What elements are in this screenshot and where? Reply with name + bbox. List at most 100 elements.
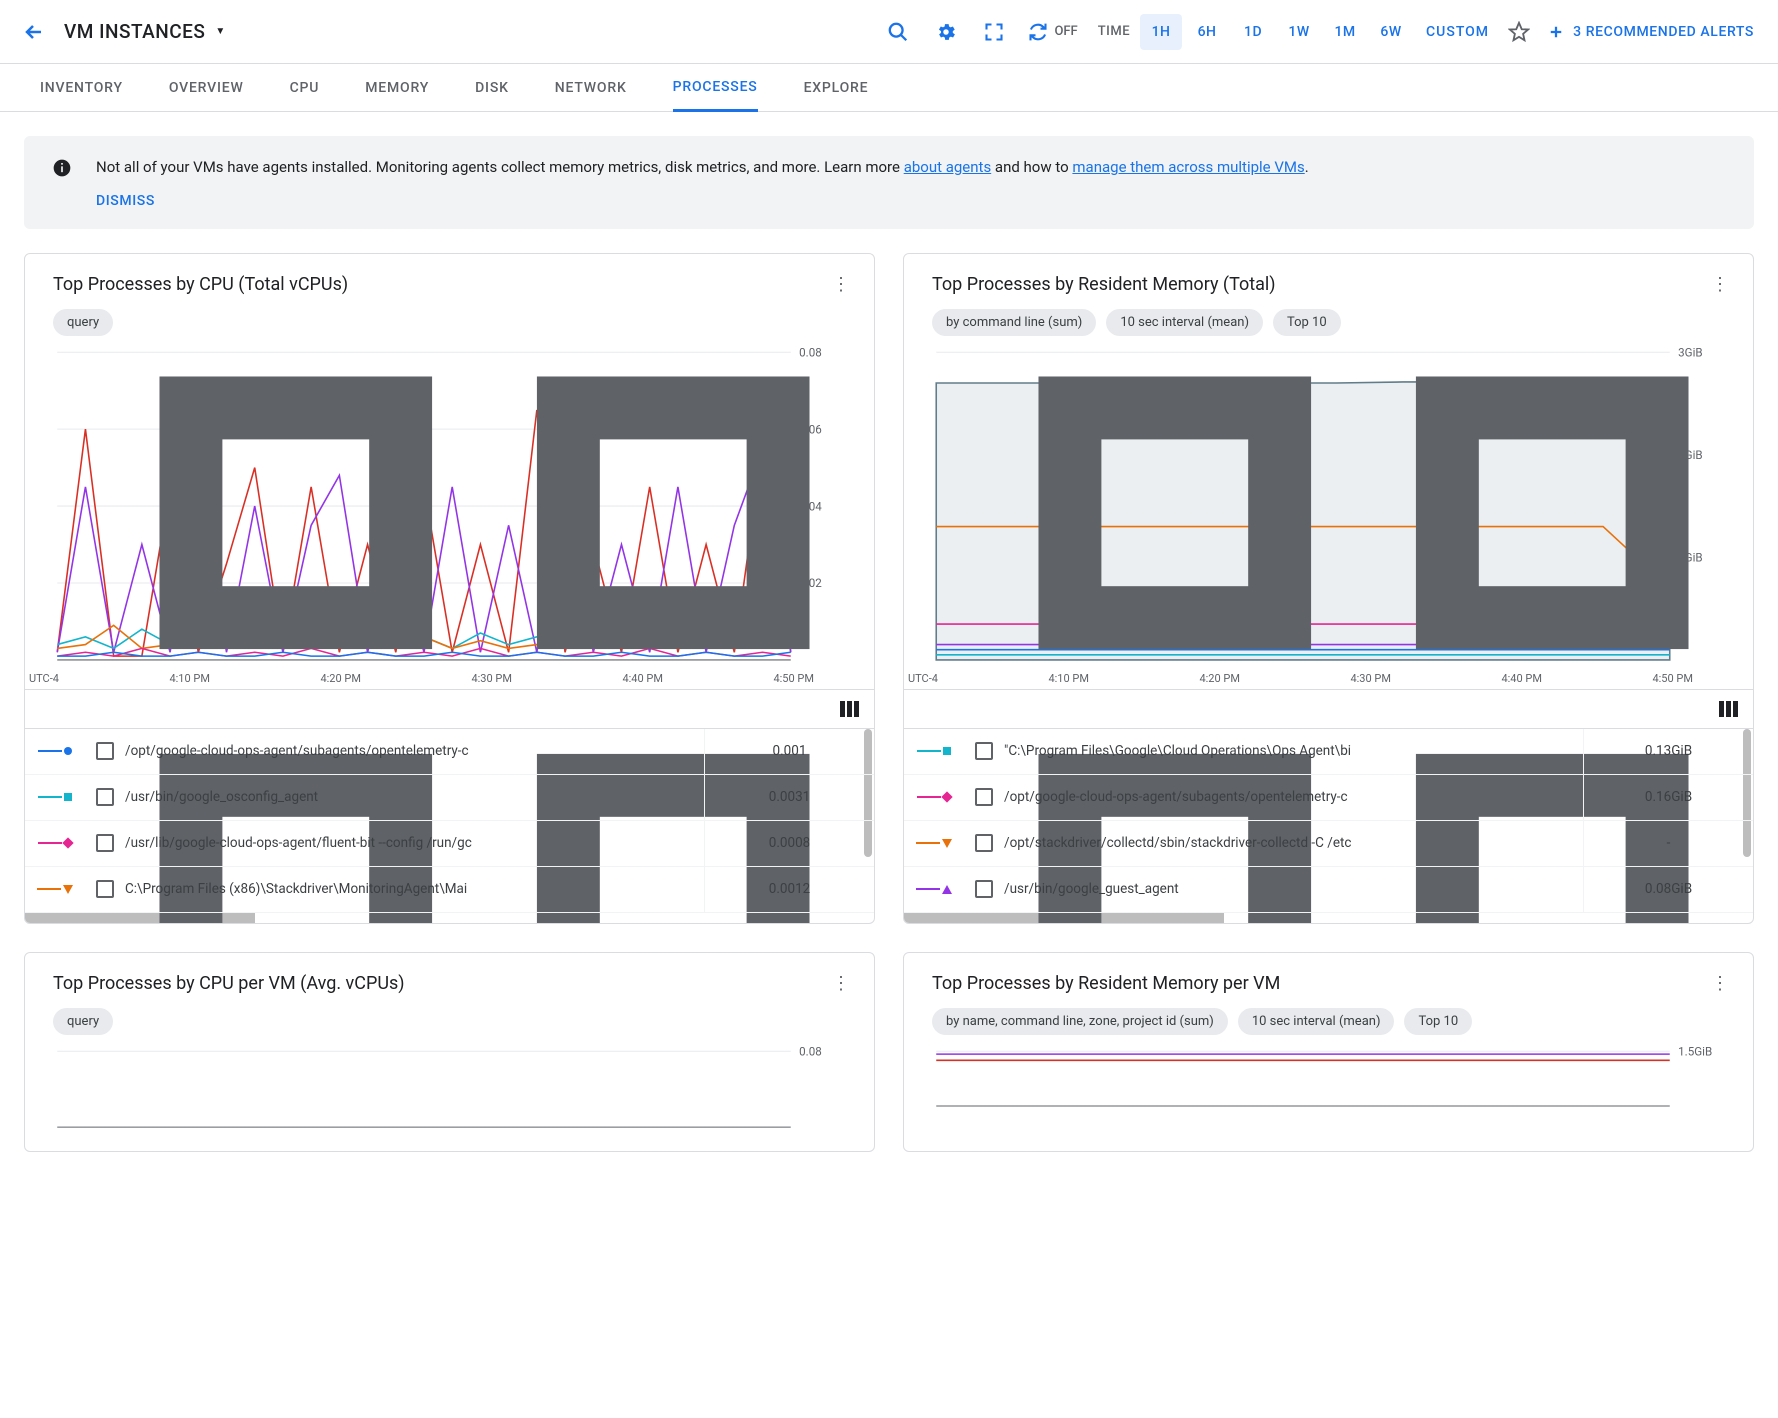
card-cpu-per-vm: Top Processes by CPU per VM (Avg. vCPUs)… [24, 952, 875, 1152]
table-row[interactable]: "C:\Program Files\Google\Cloud Operation… [904, 729, 1753, 775]
series-swatch [25, 885, 85, 894]
fullscreen-button[interactable] [970, 14, 1018, 50]
card-more-button[interactable]: ⋮ [832, 274, 850, 295]
table-row[interactable]: C:\Program Files (x86)\Stackdriver\Monit… [25, 867, 874, 913]
tab-explore[interactable]: EXPLORE [804, 64, 869, 112]
table-row[interactable]: /usr/lib/google-cloud-ops-agent/fluent-b… [25, 821, 874, 867]
legend-label: C:\Program Files (x86)\Stackdriver\Monit… [125, 881, 704, 897]
legend-label: /opt/google-cloud-ops-agent/subagents/op… [125, 743, 704, 759]
auto-refresh-toggle[interactable]: OFF [1018, 14, 1087, 50]
time-1m[interactable]: 1M [1324, 14, 1366, 50]
manage-agents-link[interactable]: manage them across multiple VMs [1072, 158, 1304, 176]
legend-checkbox[interactable] [975, 880, 993, 898]
legend-checkbox[interactable] [96, 788, 114, 806]
search-icon [887, 21, 909, 43]
columns-button[interactable] [826, 701, 874, 717]
dismiss-button[interactable]: DISMISS [96, 193, 1309, 209]
star-icon [1508, 21, 1530, 43]
series-swatch [904, 885, 964, 894]
card-more-button[interactable]: ⋮ [1711, 274, 1729, 295]
legend-checkbox[interactable] [975, 742, 993, 760]
legend-label: /opt/google-cloud-ops-agent/subagents/op… [1004, 789, 1583, 805]
chart-cpu-per-vm[interactable]: 0.08 [53, 1047, 854, 1131]
back-button[interactable] [16, 14, 52, 50]
fullscreen-icon [984, 22, 1004, 42]
legend-checkbox[interactable] [96, 834, 114, 852]
svg-text:0.08: 0.08 [799, 348, 822, 359]
svg-text:0.08: 0.08 [799, 1047, 822, 1058]
table-row[interactable]: /usr/bin/google_osconfig_agent0.0031 [25, 775, 874, 821]
card-more-button[interactable]: ⋮ [832, 973, 850, 994]
table-row[interactable]: /opt/google-cloud-ops-agent/subagents/op… [25, 729, 874, 775]
series-swatch [25, 839, 85, 847]
series-swatch [904, 839, 964, 848]
legend-checkbox[interactable] [96, 742, 114, 760]
svg-text:3GiB: 3GiB [1678, 348, 1702, 359]
time-6h[interactable]: 6H [1186, 14, 1228, 50]
agents-banner: Not all of your VMs have agents installe… [24, 136, 1754, 229]
card-cpu-total: Top Processes by CPU (Total vCPUs) ⋮ que… [24, 253, 875, 924]
series-swatch [904, 747, 964, 755]
time-1w[interactable]: 1W [1278, 14, 1320, 50]
chart-svg: 0.08 [53, 1047, 854, 1131]
time-custom[interactable]: CUSTOM [1416, 14, 1499, 50]
legend-checkbox[interactable] [975, 834, 993, 852]
legend-value: 0.16GiB [1583, 775, 1753, 820]
legend-value: 0.0031 [704, 775, 874, 820]
series-swatch [25, 747, 85, 755]
recommended-alerts-button[interactable]: 3 RECOMMENDED ALERTS [1539, 23, 1762, 41]
card-title: Top Processes by Resident Memory per VM [932, 973, 1280, 994]
refresh-label: OFF [1054, 24, 1077, 39]
chip: Top 10 [1273, 309, 1341, 336]
plus-icon [1547, 23, 1565, 41]
legend-value: 0.0008 [704, 821, 874, 866]
tab-bar: INVENTORY OVERVIEW CPU MEMORY DISK NETWO… [0, 64, 1778, 112]
chip: by command line (sum) [932, 309, 1096, 336]
chip: 10 sec interval (mean) [1238, 1008, 1395, 1035]
chart-svg: 1.5GiB [932, 1047, 1733, 1110]
tab-inventory[interactable]: INVENTORY [40, 64, 123, 112]
tab-overview[interactable]: OVERVIEW [169, 64, 244, 112]
legend-label: /usr/bin/google_guest_agent [1004, 881, 1583, 897]
top-toolbar: VM INSTANCES ▼ OFF TIME 1H 6H 1D 1W 1M 6… [0, 0, 1778, 64]
legend-checkbox[interactable] [96, 880, 114, 898]
time-6w[interactable]: 6W [1370, 14, 1412, 50]
search-button[interactable] [874, 14, 922, 50]
legend-rows[interactable]: "C:\Program Files\Google\Cloud Operation… [904, 729, 1753, 913]
page-title-dropdown[interactable]: VM INSTANCES ▼ [64, 20, 226, 43]
card-more-button[interactable]: ⋮ [1711, 973, 1729, 994]
refresh-icon [1028, 22, 1048, 42]
tab-disk[interactable]: DISK [475, 64, 509, 112]
chip: by name, command line, zone, project id … [932, 1008, 1228, 1035]
time-1d[interactable]: 1D [1232, 14, 1274, 50]
columns-button[interactable] [1705, 701, 1753, 717]
tab-cpu[interactable]: CPU [290, 64, 320, 112]
chip: query [53, 1008, 113, 1035]
table-row[interactable]: /opt/stackdriver/collectd/sbin/stackdriv… [904, 821, 1753, 867]
table-row[interactable]: /usr/bin/google_guest_agent0.08GiB [904, 867, 1753, 913]
page-title: VM INSTANCES [64, 20, 205, 43]
card-memory-total: Top Processes by Resident Memory (Total)… [903, 253, 1754, 924]
legend-checkbox[interactable] [975, 788, 993, 806]
caret-down-icon: ▼ [215, 26, 225, 37]
about-agents-link[interactable]: about agents [904, 158, 992, 176]
dashboard-grid: Top Processes by CPU (Total vCPUs) ⋮ que… [0, 253, 1778, 1176]
favorite-button[interactable] [1499, 14, 1539, 50]
settings-button[interactable] [922, 14, 970, 50]
gear-icon [935, 21, 957, 43]
table-row[interactable]: /opt/google-cloud-ops-agent/subagents/op… [904, 775, 1753, 821]
legend-header: Name [904, 689, 1753, 729]
info-icon [52, 158, 72, 183]
tab-memory[interactable]: MEMORY [365, 64, 429, 112]
tab-processes[interactable]: PROCESSES [673, 64, 758, 112]
legend-rows[interactable]: /opt/google-cloud-ops-agent/subagents/op… [25, 729, 874, 913]
chip: query [53, 309, 113, 336]
legend-header: command_label [25, 689, 874, 729]
legend-value: 0.08GiB [1583, 867, 1753, 912]
legend-value: 0.0012 [704, 867, 874, 912]
arrow-left-icon [22, 20, 46, 44]
tab-network[interactable]: NETWORK [555, 64, 627, 112]
legend-label: /opt/stackdriver/collectd/sbin/stackdriv… [1004, 835, 1583, 851]
chart-memory-per-vm[interactable]: 1.5GiB [932, 1047, 1733, 1110]
time-1h[interactable]: 1H [1140, 14, 1182, 50]
